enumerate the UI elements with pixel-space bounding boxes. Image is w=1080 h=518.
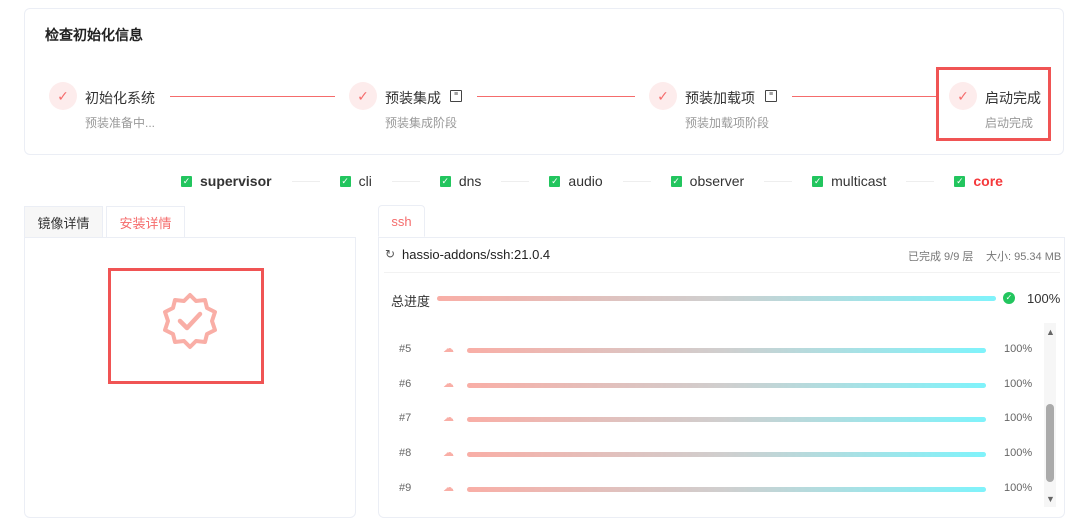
scroll-up-arrow[interactable]: ▲ [1046,327,1055,337]
total-progress-bar [437,296,996,301]
step-subtitle: 预装加载项阶段 [685,116,770,130]
status-label: core [973,173,1003,189]
total-progress-label: 总进度 [391,294,431,309]
cloud-download-icon: ☁ [443,412,454,425]
card-title: 检查初始化信息 [45,27,143,43]
tab-image-details[interactable]: 镜像详情 [24,206,103,238]
layer-progress-bar [467,417,986,423]
separator [291,180,320,182]
step-title: 启动完成 [985,90,1041,106]
separator [764,180,793,182]
separator [501,180,530,182]
layer-id: #7 [399,412,412,425]
checkbox-icon: ✓ [339,175,351,187]
status-multicast: ✓ multicast [812,173,886,189]
layer-pct: 100% [1004,481,1033,494]
checkbox-icon: ✓ [670,175,682,187]
status-label: multicast [831,173,887,189]
layer-progress-bar [467,348,986,353]
scrollbar[interactable]: ▲ ▼ [1044,323,1056,507]
scrollbar-thumb[interactable] [1046,404,1054,482]
layer-id: #6 [399,377,412,390]
status-dns: ✓ dns [439,173,482,189]
layer-id: #5 [399,343,412,355]
status-observer: ✓ observer [670,173,745,189]
check-icon: ✓ [649,82,677,110]
status-cli: ✓ cli [339,173,372,189]
layer-pct: 100% [1004,377,1033,390]
divider [384,272,1060,273]
step-connector [792,96,938,97]
layer-progress-track [467,348,986,353]
checkbox-icon: ✓ [181,175,192,187]
cloud-download-icon: ☁ [443,481,454,494]
status-label: cli [358,173,372,189]
status-label: audio [568,173,603,189]
step-title: 预装集成 [385,90,441,106]
layer-progress-bar [467,486,986,492]
step-title: 预装加载项 [685,90,755,106]
step-title: 初始化系统 [85,90,155,106]
layer-id: #9 [399,481,412,494]
step-connector [170,96,335,97]
checkbox-icon: ✓ [439,175,451,187]
component-status-row: ✓ supervisor ✓ cli ✓ dns ✓ audio ✓ observer ✓… [181,173,1003,189]
layer-progress-bar [467,452,986,458]
step-subtitle: 启动完成 [985,116,1034,130]
separator [391,180,420,182]
total-progress-track [437,296,996,301]
layer-progress-bar [467,382,986,388]
status-label: supervisor [200,173,272,189]
cloud-download-icon: ☁ [443,343,454,355]
separator [906,180,935,182]
layer-progress-track [467,417,986,423]
status-core: ✓ core [954,173,1003,189]
layer-pct: 100% [1004,343,1033,355]
step-subtitle: 预装集成阶段 [385,116,458,130]
layers-completed: 已完成 9/9 层 [908,251,974,263]
status-audio: ✓ audio [549,173,603,189]
layer-progress-track [467,452,986,458]
status-label: dns [458,173,482,189]
separator [622,180,651,182]
checkbox-icon: ✓ [549,175,561,187]
status-supervisor: ✓ supervisor [181,173,272,189]
check-icon: ✓ [49,82,77,110]
check-icon: ✓ [349,82,377,110]
success-icon: ✓ [1003,292,1015,304]
layer-progress-track [467,486,986,492]
layer-pct: 100% [1004,447,1033,460]
verified-badge-icon [163,293,217,349]
scroll-down-arrow[interactable]: ▼ [1046,494,1055,504]
step-connector [477,96,635,97]
image-name: hassio-addons/ssh:21.0.4 [402,247,551,262]
checkbox-icon: ✓ [812,175,824,187]
layer-pct: 100% [1004,412,1033,425]
checkbox-icon: ✓ [954,175,966,187]
cloud-download-icon: ☁ [443,447,454,460]
ssh-panel [378,237,1065,518]
refresh-icon: ↻ [385,247,396,261]
document-icon[interactable]: ≡ [765,90,777,102]
check-icon: ✓ [949,82,977,110]
tab-install-details[interactable]: 安装详情 [106,206,185,238]
tab-ssh[interactable]: ssh [378,205,425,237]
cloud-download-icon: ☁ [443,377,454,390]
document-icon[interactable]: ≡ [450,90,462,102]
status-label: observer [689,173,745,189]
layer-id: #8 [399,447,412,460]
init-info-card [24,8,1064,155]
layer-progress-track [467,382,986,388]
step-subtitle: 预装准备中... [85,116,156,130]
image-size: 大小: 95.34 MB [986,251,1062,263]
total-progress-pct: 100% [1027,291,1061,306]
